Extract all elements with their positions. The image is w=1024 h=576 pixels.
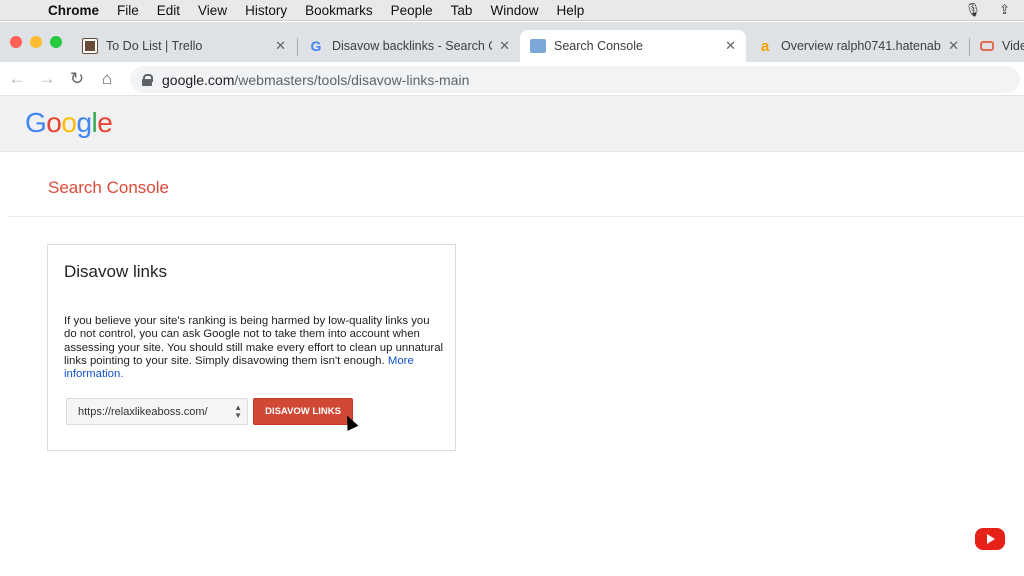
select-arrows-icon: ▲ ▼	[234, 403, 242, 420]
menu-app-chrome[interactable]: Chrome	[46, 3, 108, 18]
microphone-icon[interactable]: 🎙	[965, 2, 982, 18]
share-icon[interactable]: ⇪	[999, 2, 1010, 18]
youtube-play-icon	[975, 528, 1005, 550]
menu-history[interactable]: History	[236, 3, 296, 18]
google-logo[interactable]: Google	[25, 107, 113, 139]
video-icon	[980, 38, 994, 54]
google-header: Google	[0, 96, 1024, 152]
tab-hatena-overview[interactable]: a Overview ralph0741.hatenablo ✕	[747, 30, 969, 62]
home-icon[interactable]: ⌂	[96, 68, 118, 90]
tab-search-console[interactable]: Search Console ✕	[520, 30, 746, 62]
menu-status-icons: 🎙 ⇪	[965, 2, 1010, 18]
menu-tab[interactable]: Tab	[442, 3, 482, 18]
menu-window[interactable]: Window	[481, 3, 547, 18]
menu-bookmarks[interactable]: Bookmarks	[296, 3, 382, 18]
window-controls	[10, 36, 62, 48]
tab-close-icon[interactable]: ✕	[948, 38, 959, 54]
close-window-button[interactable]	[10, 36, 22, 48]
browser-toolbar: ← → ↻ ⌂ google.com/webmasters/tools/disa…	[0, 62, 1024, 96]
url-host: google.com	[162, 71, 235, 88]
card-description: If you believe your site's ranking is be…	[64, 315, 444, 381]
reload-icon[interactable]: ↻	[66, 68, 88, 90]
google-g-icon: G	[310, 38, 322, 54]
address-bar[interactable]: google.com/webmasters/tools/disavow-link…	[130, 66, 1020, 93]
product-title: Search Console	[48, 178, 169, 197]
tab-trello[interactable]: To Do List | Trello ✕	[72, 30, 296, 62]
tab-close-icon[interactable]: ✕	[275, 38, 286, 54]
hatena-a-icon: a	[760, 37, 770, 55]
url-path: /webmasters/tools/disavow-links-main	[234, 71, 470, 88]
description-text: If you believe your site's ranking is be…	[64, 315, 444, 367]
menu-view[interactable]: View	[189, 3, 236, 18]
zoom-window-button[interactable]	[50, 36, 62, 48]
site-select[interactable]: https://relaxlikeaboss.com/ ▲ ▼	[66, 398, 248, 425]
menu-file[interactable]: File	[108, 3, 148, 18]
trello-icon	[82, 38, 98, 54]
tab-title: Search Console	[554, 39, 643, 53]
disavow-links-card: Disavow links If you believe your site's…	[47, 244, 456, 451]
macos-menu-bar: Chrome File Edit View History Bookmarks …	[0, 0, 1024, 21]
disavow-links-button[interactable]: DISAVOW LINKS	[253, 398, 353, 425]
menu-people[interactable]: People	[382, 3, 442, 18]
tab-close-icon[interactable]: ✕	[725, 38, 736, 54]
tab-title: To Do List | Trello	[106, 39, 203, 53]
back-arrow-icon[interactable]: ←	[6, 68, 28, 90]
mouse-cursor-icon	[341, 413, 359, 431]
tab-title: Overview ralph0741.hatenablo	[781, 39, 941, 53]
divider	[8, 216, 1024, 217]
tab-video[interactable]: Vide	[970, 30, 1024, 62]
card-title: Disavow links	[64, 262, 167, 281]
forward-arrow-icon[interactable]: →	[36, 68, 58, 90]
youtube-subscribe-badge[interactable]	[975, 528, 1005, 558]
menu-help[interactable]: Help	[547, 3, 593, 18]
tab-disavow-backlinks[interactable]: G Disavow backlinks - Search Co ✕	[298, 30, 520, 62]
tab-close-icon[interactable]: ✕	[499, 38, 510, 54]
site-select-value: https://relaxlikeaboss.com/	[78, 405, 208, 418]
tab-title: Disavow backlinks - Search Co	[332, 39, 492, 53]
lock-icon[interactable]	[142, 73, 153, 86]
search-console-icon	[530, 39, 546, 53]
tab-title: Vide	[1002, 39, 1024, 53]
minimize-window-button[interactable]	[30, 36, 42, 48]
tab-strip: To Do List | Trello ✕ G Disavow backlink…	[0, 22, 1024, 62]
menu-edit[interactable]: Edit	[148, 3, 189, 18]
